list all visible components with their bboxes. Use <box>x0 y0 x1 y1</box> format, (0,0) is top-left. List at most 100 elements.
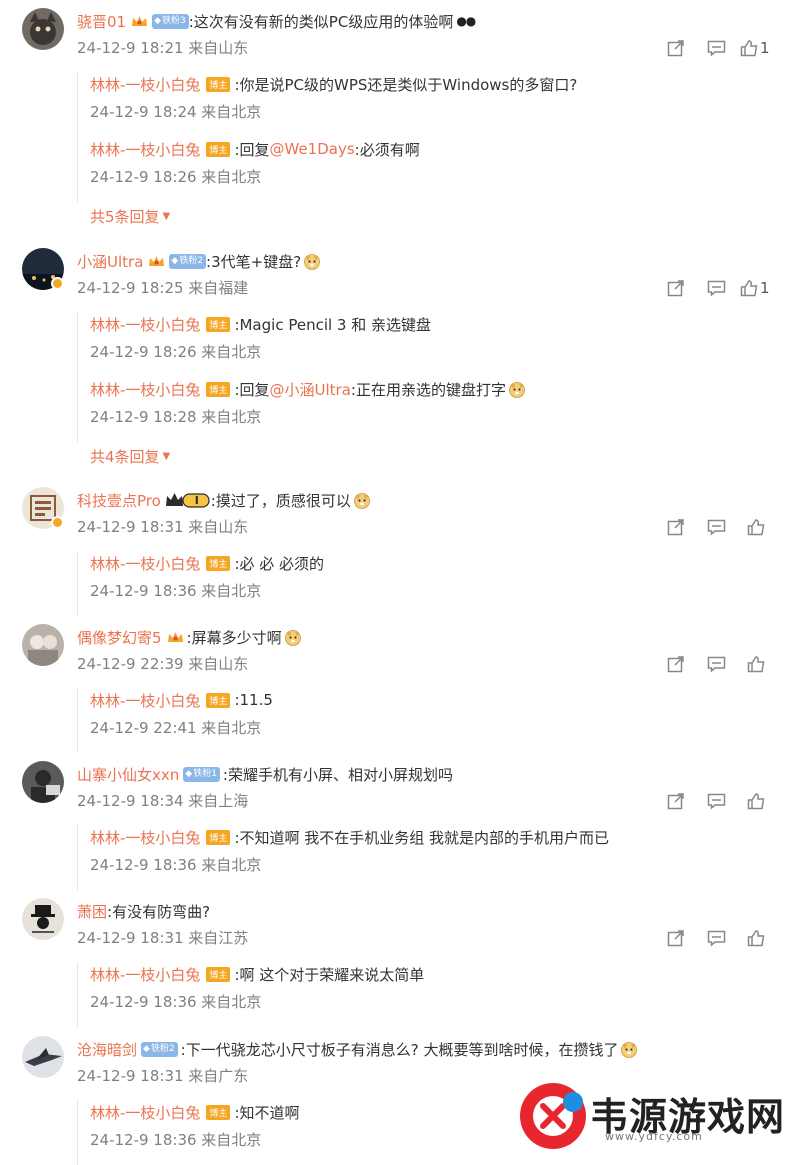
reply-username[interactable]: 林林-一枝小白兔 <box>90 1102 200 1123</box>
diamond-icon: ◆ <box>143 1043 150 1054</box>
comment-text: :屏幕多少寸啊 <box>186 628 282 647</box>
thumbs-up-icon <box>747 930 765 947</box>
reply-meta: 24-12-9 18:36 来自北京 <box>90 993 262 1011</box>
thumbs-up-icon <box>747 519 765 536</box>
like-button[interactable] <box>736 516 776 538</box>
comment-meta: 24-12-9 18:21 来自山东 <box>77 39 249 57</box>
reply-meta: 24-12-9 18:36 来自北京 <box>90 1131 262 1149</box>
comment-button[interactable] <box>696 790 736 812</box>
comment-button[interactable] <box>696 37 736 59</box>
author-badge: 博主 <box>206 316 231 332</box>
comment-icon <box>707 656 725 673</box>
share-button[interactable] <box>656 653 696 675</box>
verified-badge-icon <box>51 516 64 529</box>
share-button[interactable] <box>656 516 696 538</box>
reply-username[interactable]: 林林-一枝小白兔 <box>90 379 200 400</box>
reply-text: :正在用亲选的键盘打字 <box>350 380 506 399</box>
author-badge: 博主 <box>206 381 231 397</box>
avatar[interactable] <box>22 624 64 666</box>
site-watermark: 韦源游戏网 www.ydfcy.com <box>515 1078 785 1154</box>
share-button[interactable] <box>656 790 696 812</box>
username[interactable]: 萧困 <box>77 901 107 922</box>
share-icon <box>667 519 684 536</box>
fan-badge: ◆ 铁粉1 <box>183 766 220 782</box>
verified-badge-icon <box>51 277 64 290</box>
share-button[interactable] <box>656 277 696 299</box>
comment-meta: 24-12-9 18:25 来自福建 <box>77 279 249 297</box>
comment-icon <box>707 40 725 57</box>
chevron-down-icon: ▼ <box>162 211 171 222</box>
like-button[interactable] <box>736 927 776 949</box>
reply-username[interactable]: 林林-一枝小白兔 <box>90 553 200 574</box>
doge-emoji-icon <box>621 1042 638 1058</box>
reply-username[interactable]: 林林-一枝小白兔 <box>90 827 200 848</box>
comment-meta: 24-12-9 18:31 来自广东 <box>77 1067 249 1085</box>
reply-username[interactable]: 林林-一枝小白兔 <box>90 314 200 335</box>
comment-actions: 1 <box>656 37 776 59</box>
username[interactable]: 偶像梦幻寄5 <box>77 627 162 648</box>
reply-item: 林林-一枝小白兔 博主:Magic Pencil 3 和 亲选键盘 24-12-9… <box>78 312 778 377</box>
like-button[interactable] <box>736 790 776 812</box>
avatar[interactable] <box>22 898 64 940</box>
share-button[interactable] <box>656 37 696 59</box>
username[interactable]: 山寨小仙女xxn <box>77 764 179 785</box>
fan-badge: ◆ 铁粉2 <box>169 253 207 269</box>
reply-username[interactable]: 林林-一枝小白兔 <box>90 139 200 160</box>
reply-list: 林林-一枝小白兔 博主:必 必 必须的 24-12-9 18:36 来自北京 <box>77 551 778 616</box>
reply-username[interactable]: 林林-一枝小白兔 <box>90 690 200 711</box>
comment-button[interactable] <box>696 927 736 949</box>
more-replies-link[interactable]: 共4条回复 ▼ <box>90 446 170 467</box>
diamond-icon: ◆ <box>185 768 193 779</box>
vip-crown-icon <box>148 254 165 268</box>
reply-item: 林林-一枝小白兔 博主:回复 @小涵Ultra:正在用亲选的键盘打字 24-12-9… <box>78 377 778 442</box>
thumbs-up-icon <box>740 280 758 297</box>
reply-list: 林林-一枝小白兔 博主:你是说PC级的WPS还是类似于Windows的多窗口? 2… <box>77 72 778 226</box>
reply-text: :你是说PC级的WPS还是类似于Windows的多窗口? <box>234 75 578 94</box>
comment-icon <box>707 793 725 810</box>
share-icon <box>667 656 684 673</box>
comment-actions: 1 <box>656 277 776 299</box>
reply-text: :知不道啊 <box>234 1103 300 1122</box>
fan-badge: ◆ 铁粉3 <box>152 13 189 29</box>
comment-actions <box>656 653 776 675</box>
reply-username[interactable]: 林林-一枝小白兔 <box>90 964 200 985</box>
doge-emoji-icon <box>353 493 370 509</box>
comment-meta: 24-12-9 18:31 来自山东 <box>77 518 249 536</box>
share-button[interactable] <box>656 927 696 949</box>
chevron-down-icon: ▼ <box>162 451 171 462</box>
reply-item: 林林-一枝小白兔 博主:必 必 必须的 24-12-9 18:36 来自北京 <box>78 551 778 616</box>
username[interactable]: 沧海暗剑 <box>77 1039 137 1060</box>
username[interactable]: 小涵Ultra <box>77 251 143 272</box>
thumbs-up-icon <box>747 656 765 673</box>
comment-actions <box>656 790 776 812</box>
mention-link[interactable]: @小涵Ultra <box>270 379 351 400</box>
comment-button[interactable] <box>696 277 736 299</box>
reply-item: 林林-一枝小白兔 博主:不知道啊 我不在手机业务组 我就是内部的手机用户而已 24… <box>78 825 778 890</box>
reply-list: 林林-一枝小白兔 博主:不知道啊 我不在手机业务组 我就是内部的手机用户而已 24… <box>77 825 778 890</box>
comment-button[interactable] <box>696 516 736 538</box>
level-badge: I <box>165 491 210 509</box>
avatar[interactable] <box>22 8 64 50</box>
avatar[interactable] <box>22 1036 64 1078</box>
watermark-url: www.ydfcy.com <box>605 1130 703 1143</box>
like-count: 1 <box>760 279 770 297</box>
like-button[interactable]: 1 <box>736 277 776 299</box>
reply-username[interactable]: 林林-一枝小白兔 <box>90 74 200 95</box>
share-icon <box>667 280 684 297</box>
like-button[interactable]: 1 <box>736 37 776 59</box>
username[interactable]: 科技壹点Pro <box>77 490 161 511</box>
comment-button[interactable] <box>696 653 736 675</box>
share-icon <box>667 40 684 57</box>
author-badge: 博主 <box>206 692 231 708</box>
mention-link[interactable]: @We1Days <box>270 140 355 158</box>
username[interactable]: 骁晋01 <box>77 11 126 32</box>
author-badge: 博主 <box>206 141 231 157</box>
reply-text: :Magic Pencil 3 和 亲选键盘 <box>234 315 432 334</box>
more-replies-link[interactable]: 共5条回复 ▼ <box>90 206 170 227</box>
reply-text: :必 必 必须的 <box>234 554 325 573</box>
author-badge: 博主 <box>206 76 231 92</box>
like-button[interactable] <box>736 653 776 675</box>
doge-emoji-icon <box>509 382 525 398</box>
avatar[interactable] <box>22 761 64 803</box>
reply-meta: 24-12-9 18:28 来自北京 <box>90 408 262 426</box>
